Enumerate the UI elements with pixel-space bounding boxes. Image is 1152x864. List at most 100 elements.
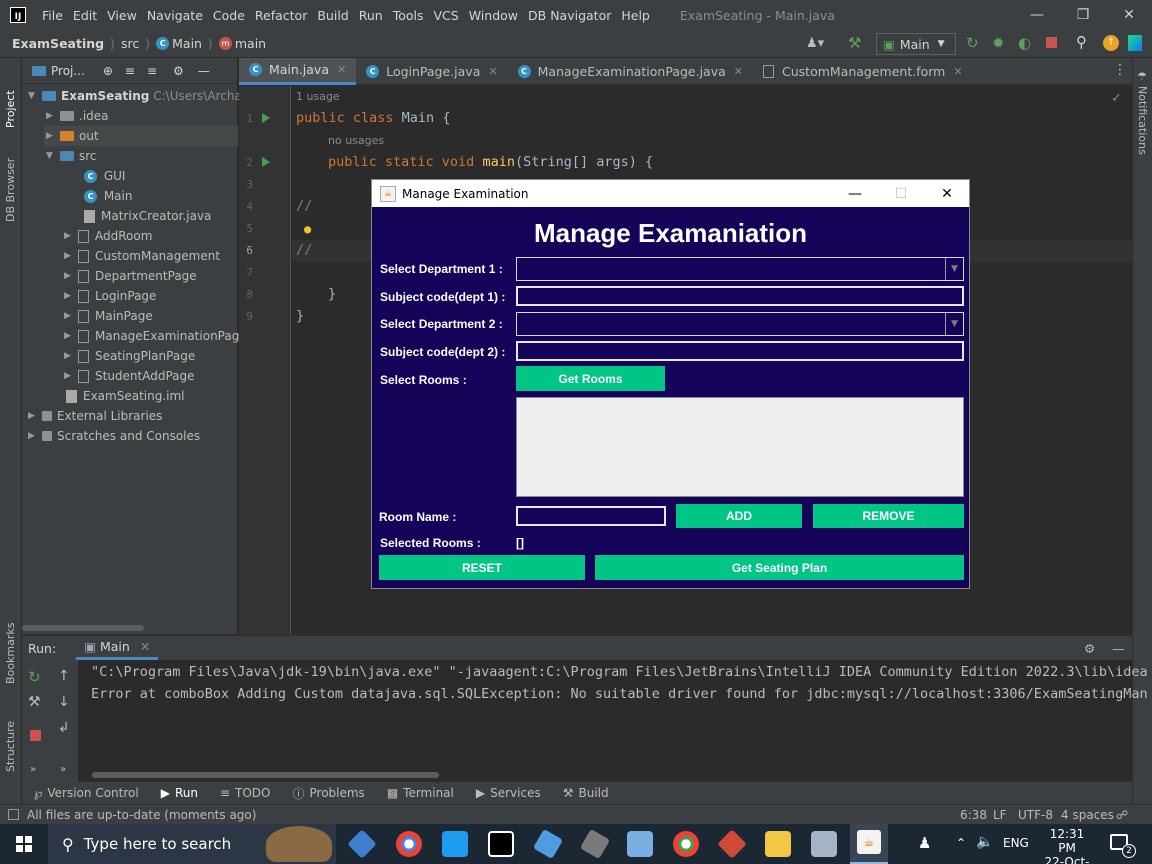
rerun-icon[interactable]: ↻ — [28, 668, 41, 686]
department-1-select[interactable]: ▼ — [516, 257, 964, 281]
java-app-taskbar-button[interactable]: ☕ — [850, 824, 888, 864]
console-horizontal-scrollbar[interactable] — [92, 772, 439, 778]
menu-code[interactable]: Code — [213, 8, 245, 23]
project-tool-tab[interactable]: Project — [4, 68, 17, 128]
expand-all-icon[interactable]: ≡ — [147, 64, 157, 78]
horizontal-scrollbar[interactable] — [22, 625, 144, 631]
dialog-maximize-button[interactable]: ☐ — [878, 180, 924, 207]
update-icon[interactable]: ↑ — [1103, 35, 1119, 51]
collapse-all-icon[interactable]: ≡ — [125, 64, 135, 78]
subject-code-1-input[interactable] — [516, 286, 964, 306]
build-hammer-icon[interactable]: ⚒ — [848, 34, 861, 52]
vscode-icon[interactable] — [442, 831, 468, 857]
run-gutter-icon[interactable] — [262, 113, 270, 123]
menu-run[interactable]: Run — [359, 8, 383, 23]
minimize-button[interactable]: — — [1014, 0, 1060, 30]
close-icon[interactable]: ✕ — [140, 639, 150, 654]
tree-item-src[interactable]: ▼ src — [46, 146, 97, 166]
close-icon[interactable]: ✕ — [953, 65, 962, 78]
tree-item-departmentpage[interactable]: ▶ DepartmentPage — [64, 266, 197, 286]
department-2-select[interactable]: ▼ — [516, 312, 964, 336]
photos-icon[interactable] — [811, 831, 837, 857]
gear-icon[interactable]: ⚙ — [173, 64, 184, 78]
restore-button[interactable]: ❐ — [1060, 0, 1106, 30]
tree-item-manageexaminationpage[interactable]: ▶ ManageExaminationPage — [64, 326, 247, 346]
structure-tool-tab[interactable]: Structure — [4, 706, 17, 772]
close-icon[interactable]: ✕ — [488, 65, 497, 78]
menu-navigate[interactable]: Navigate — [147, 8, 203, 23]
tool-run[interactable]: ▶ Run — [161, 786, 198, 800]
project-view-label[interactable]: Proj... — [51, 64, 85, 78]
run-configuration-select[interactable]: ▣ Main ▼ — [876, 33, 956, 55]
tree-item-studentaddpage[interactable]: ▶ StudentAddPage — [64, 366, 195, 386]
line-separator[interactable]: LF — [993, 808, 1007, 822]
breadcrumb-class[interactable]: Main — [172, 36, 202, 51]
close-button[interactable]: ✕ — [1106, 0, 1152, 30]
menu-view[interactable]: View — [107, 8, 137, 23]
indent-setting[interactable]: 4 spaces — [1061, 808, 1114, 822]
subject-code-2-input[interactable] — [516, 341, 964, 361]
jetbrains-toolbox-icon[interactable] — [1128, 35, 1142, 51]
stop-icon[interactable] — [1046, 37, 1057, 48]
more-tabs-icon[interactable]: ⋮ — [1113, 62, 1127, 78]
input-language[interactable]: ENG — [1003, 836, 1029, 850]
chrome-profile-icon[interactable] — [673, 831, 699, 857]
run-tab-main[interactable]: ▣ Main ✕ — [76, 636, 159, 660]
usage-hint[interactable]: 1 usage — [296, 90, 340, 103]
menu-file[interactable]: File — [42, 8, 63, 23]
tool-todo[interactable]: ≡ TODO — [220, 786, 271, 800]
file-explorer-icon[interactable] — [765, 831, 791, 857]
add-room-button[interactable]: ADD — [676, 504, 802, 528]
run-gutter-icon[interactable] — [262, 157, 270, 167]
menu-build[interactable]: Build — [317, 8, 348, 23]
tree-item-seatingplanpage[interactable]: ▶ SeatingPlanPage — [64, 346, 195, 366]
tree-item-loginpage[interactable]: ▶ LoginPage — [64, 286, 156, 306]
windows-start-icon[interactable] — [16, 836, 32, 852]
menu-refactor[interactable]: Refactor — [255, 8, 307, 23]
menu-db-navigator[interactable]: DB Navigator — [528, 8, 611, 23]
close-icon[interactable]: ✕ — [734, 65, 743, 78]
dialog-close-button[interactable]: ✕ — [924, 180, 970, 207]
search-icon[interactable]: ⚲ — [1076, 33, 1087, 51]
tree-item-gui[interactable]: C GUI — [84, 166, 125, 186]
tool-terminal[interactable]: ▩ Terminal — [387, 786, 454, 800]
clock[interactable]: 12:31 PM 22-Oct-23 — [1040, 827, 1094, 864]
tool-services[interactable]: ▶ Services — [476, 786, 541, 800]
breadcrumb-method[interactable]: main — [235, 36, 266, 51]
debug-icon[interactable]: ✹ — [992, 34, 1005, 52]
tree-item-custommanagement[interactable]: ▶ CustomManagement — [64, 246, 220, 266]
tab-main-java[interactable]: C Main.java ✕ — [239, 57, 357, 85]
db-browser-tool-tab[interactable]: DB Browser — [4, 142, 17, 222]
tree-item-main[interactable]: C Main — [84, 186, 132, 206]
menu-help[interactable]: Help — [621, 8, 650, 23]
file-encoding[interactable]: UTF-8 — [1018, 808, 1053, 822]
dialog-minimize-button[interactable]: — — [832, 180, 878, 207]
menu-tools[interactable]: Tools — [393, 8, 424, 23]
breadcrumb-project[interactable]: ExamSeating — [12, 36, 104, 51]
get-seating-plan-button[interactable]: Get Seating Plan — [595, 555, 964, 580]
reset-button[interactable]: RESET — [379, 555, 585, 580]
tab-manageexaminationpage-java[interactable]: C ManageExaminationPage.java ✕ — [508, 58, 753, 85]
tree-item-matrixcreator[interactable]: MatrixCreator.java — [84, 206, 211, 226]
volume-icon[interactable]: 🔈 — [976, 834, 993, 850]
status-frame-icon[interactable] — [8, 809, 19, 820]
tree-item-out[interactable]: ▶ out — [44, 126, 238, 146]
hide-panel-icon[interactable]: — — [198, 64, 210, 78]
close-icon[interactable]: ✕ — [337, 63, 346, 76]
taskbar-search[interactable]: ⚲ Type here to search — [48, 824, 336, 864]
lightbulb-icon[interactable]: ● — [304, 222, 311, 236]
tree-item-idea[interactable]: ▶ .idea — [46, 106, 109, 126]
caret-position[interactable]: 6:38 — [960, 808, 987, 822]
user-icon[interactable]: ♟▾ — [806, 36, 824, 51]
locate-icon[interactable]: ⊕ — [103, 64, 113, 78]
tree-item-iml[interactable]: ExamSeating.iml — [66, 386, 185, 406]
tool-version-control[interactable]: ℘ Version Control — [34, 786, 139, 800]
menu-edit[interactable]: Edit — [73, 8, 97, 23]
tree-item-mainpage[interactable]: ▶ MainPage — [64, 306, 153, 326]
more-icon[interactable]: » — [60, 764, 66, 775]
tree-item-project-root[interactable]: ▼ ExamSeating C:\Users\Archana- — [28, 86, 261, 106]
intellij-icon[interactable] — [488, 831, 514, 857]
tab-loginpage-java[interactable]: C LoginPage.java ✕ — [356, 58, 507, 85]
soft-wrap-icon[interactable]: ↲ — [58, 720, 70, 736]
tool-build[interactable]: ⚒ Build — [563, 786, 609, 800]
